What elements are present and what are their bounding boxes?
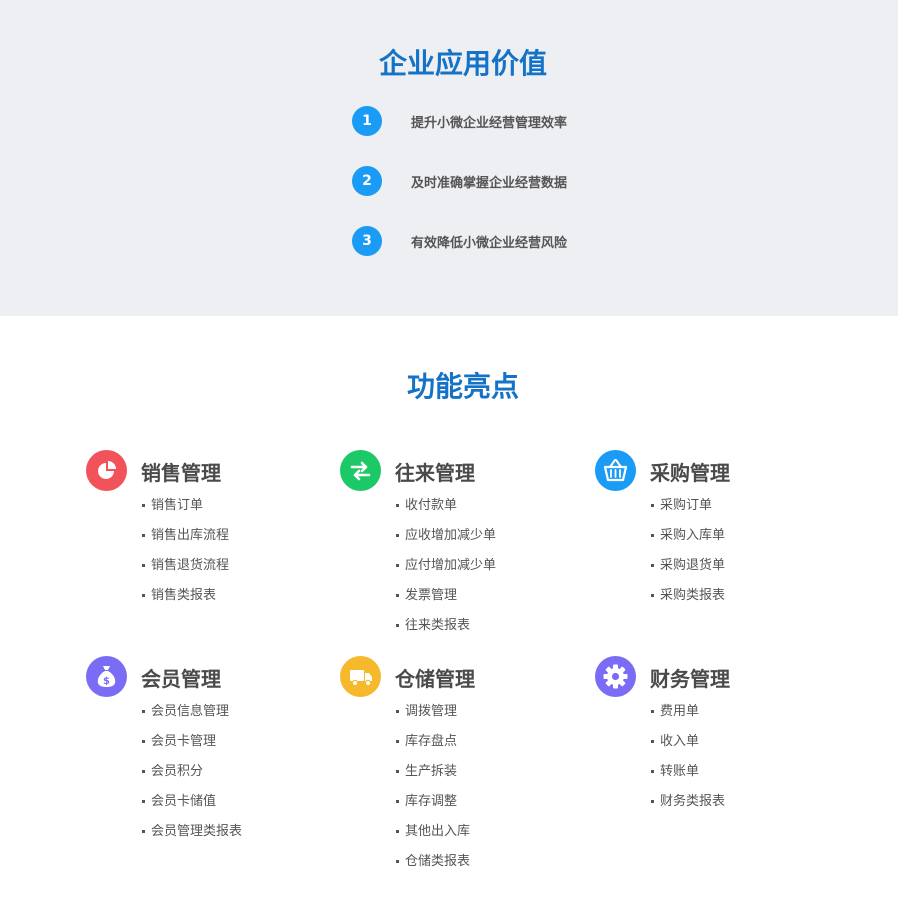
list-item: 销售退货流程 [141, 558, 229, 588]
list-item: 销售类报表 [141, 588, 229, 618]
gear-icon [595, 656, 636, 697]
list-item: 费用单 [650, 704, 725, 734]
feature-name: 仓储管理 [395, 667, 475, 691]
feature-list: 调拨管理 库存盘点 生产拆装 库存调整 其他出入库 仓储类报表 [395, 704, 470, 884]
list-item: 收付款单 [395, 498, 496, 528]
list-item: 应付增加减少单 [395, 558, 496, 588]
exchange-arrows-icon [340, 450, 381, 491]
list-item: 会员信息管理 [141, 704, 242, 734]
number-badge: 2 [352, 166, 382, 196]
number-badge: 1 [352, 106, 382, 136]
feature-name: 往来管理 [395, 461, 475, 485]
feature-list: 费用单 收入单 转账单 财务类报表 [650, 704, 725, 824]
list-item: 往来类报表 [395, 618, 496, 648]
feature-name: 销售管理 [141, 461, 221, 485]
basket-icon [595, 450, 636, 491]
list-item: 库存盘点 [395, 734, 470, 764]
pie-chart-icon [86, 450, 127, 491]
list-item: 销售出库流程 [141, 528, 229, 558]
svg-text:$: $ [103, 676, 110, 687]
list-item: 财务类报表 [650, 794, 725, 824]
list-item: 调拨管理 [395, 704, 470, 734]
list-item: 库存调整 [395, 794, 470, 824]
feature-list: 收付款单 应收增加减少单 应付增加减少单 发票管理 往来类报表 [395, 498, 496, 648]
value-text: 及时准确掌握企业经营数据 [411, 176, 568, 191]
list-item: 采购类报表 [650, 588, 725, 618]
list-item: 会员管理类报表 [141, 824, 242, 854]
list-item: 其他出入库 [395, 824, 470, 854]
money-bag-icon: $ [86, 656, 127, 697]
value-text: 有效降低小微企业经营风险 [411, 236, 568, 251]
feature-list: 采购订单 采购入库单 采购退货单 采购类报表 [650, 498, 725, 618]
feature-name: 采购管理 [650, 461, 730, 485]
list-item: 会员卡管理 [141, 734, 242, 764]
value-item: 1 提升小微企业经营管理效率 [352, 106, 652, 137]
list-item: 采购订单 [650, 498, 725, 528]
value-section: 企业应用价值 1 提升小微企业经营管理效率 2 及时准确掌握企业经营数据 3 有… [0, 0, 898, 316]
feature-list: 销售订单 销售出库流程 销售退货流程 销售类报表 [141, 498, 229, 618]
list-item: 会员卡储值 [141, 794, 242, 824]
list-item: 采购入库单 [650, 528, 725, 558]
list-item: 应收增加减少单 [395, 528, 496, 558]
list-item: 仓储类报表 [395, 854, 470, 884]
value-item: 2 及时准确掌握企业经营数据 [352, 166, 652, 197]
list-item: 发票管理 [395, 588, 496, 618]
list-item: 转账单 [650, 764, 725, 794]
list-item: 收入单 [650, 734, 725, 764]
list-item: 销售订单 [141, 498, 229, 528]
feature-name: 财务管理 [650, 667, 730, 691]
truck-icon [340, 656, 381, 697]
list-item: 采购退货单 [650, 558, 725, 588]
list-item: 生产拆装 [395, 764, 470, 794]
value-section-title: 企业应用价值 [378, 47, 547, 80]
list-item: 会员积分 [141, 764, 242, 794]
value-text: 提升小微企业经营管理效率 [411, 116, 568, 131]
value-item: 3 有效降低小微企业经营风险 [352, 226, 652, 257]
feature-section-title: 功能亮点 [406, 370, 519, 403]
feature-list: 会员信息管理 会员卡管理 会员积分 会员卡储值 会员管理类报表 [141, 704, 242, 854]
number-badge: 3 [352, 226, 382, 256]
feature-name: 会员管理 [141, 667, 221, 691]
